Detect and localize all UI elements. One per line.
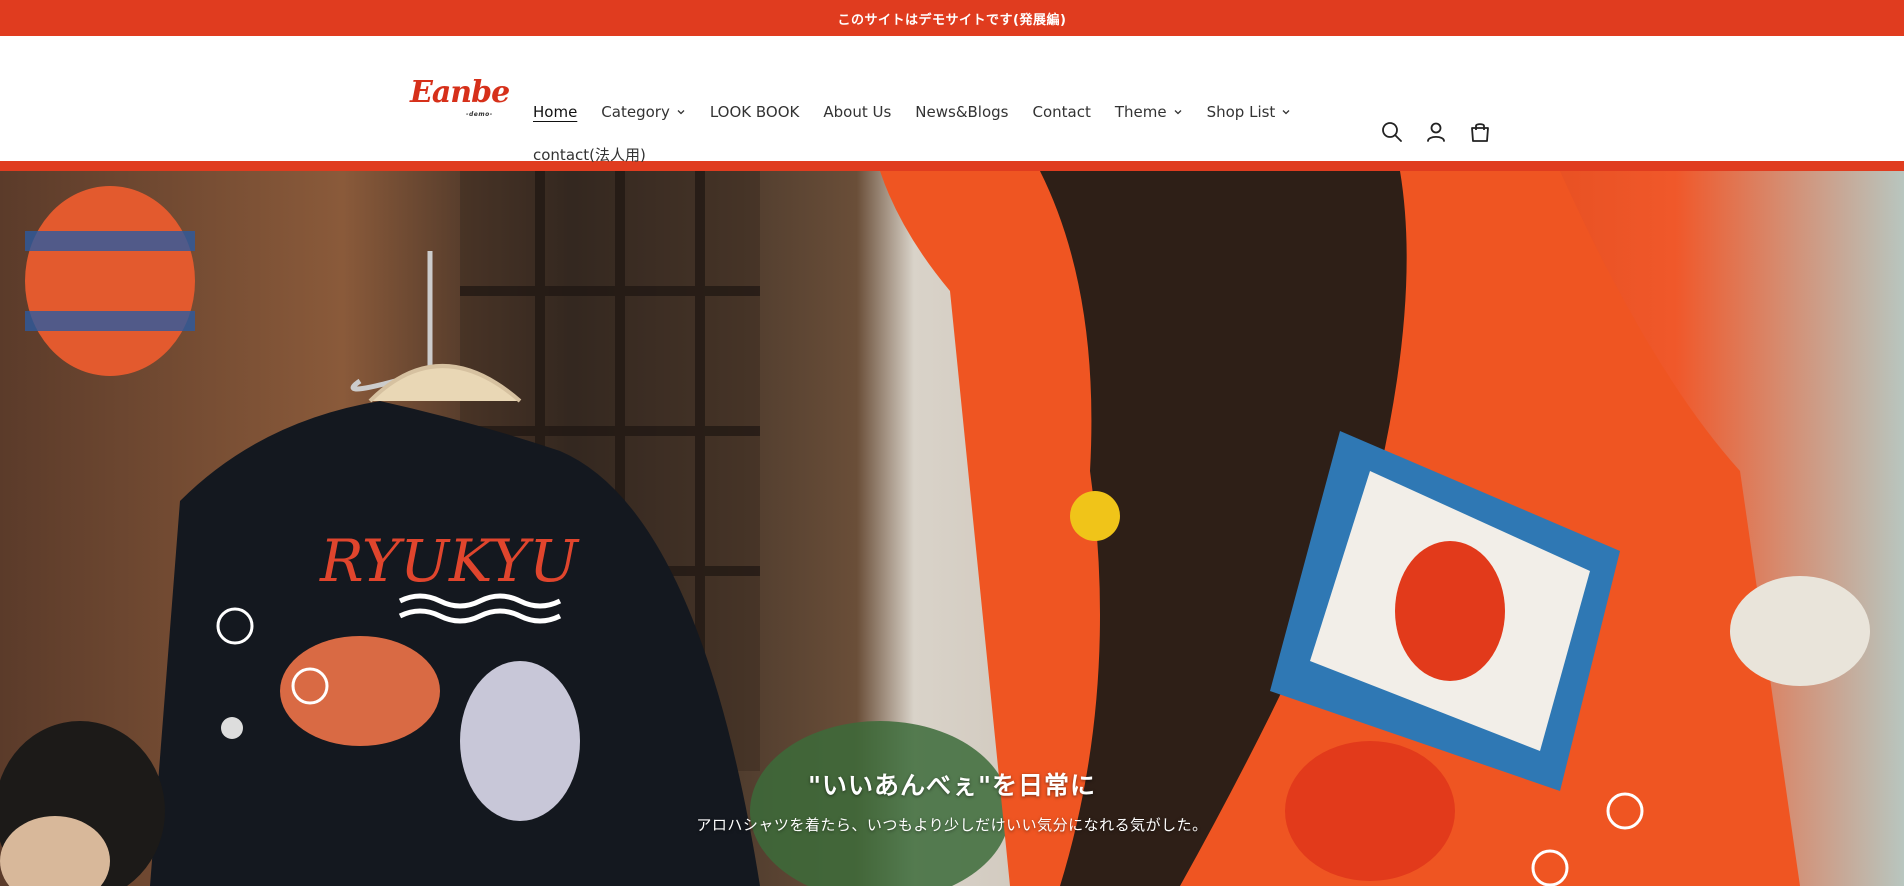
hero-caption: "いいあんべぇ"を日常に アロハシャツを着たら、いつもより少しだけいい気分になれ…: [0, 766, 1904, 835]
nav-item-label: Category: [601, 103, 670, 121]
nav-item-theme[interactable]: Theme: [1103, 103, 1195, 121]
nav-item-shoplist[interactable]: Shop List: [1195, 103, 1304, 121]
nav-item-news[interactable]: News&Blogs: [903, 103, 1020, 121]
hero-title: "いいあんべぇ"を日常に: [807, 771, 1097, 800]
svg-text:RYUKYU: RYUKYU: [319, 527, 580, 595]
site-header: Eanbe -demo- Home Category LOOK BOOK Abo…: [0, 36, 1904, 164]
account-icon[interactable]: [1424, 120, 1448, 144]
announcement-bar: このサイトはデモサイトです(発展編): [0, 0, 1904, 36]
nav-row-2: contact(法人用): [521, 134, 658, 174]
nav-item-contact[interactable]: Contact: [1020, 103, 1102, 121]
search-icon[interactable]: [1380, 120, 1404, 144]
nav-item-contact-corporate[interactable]: contact(法人用): [521, 144, 658, 165]
accent-divider: [0, 161, 1904, 171]
chevron-down-icon: [1282, 110, 1290, 115]
hero-subtitle: アロハシャツを着たら、いつもより少しだけいい気分になれる気がした。: [696, 816, 1208, 834]
nav-item-label: News&Blogs: [915, 103, 1009, 121]
chevron-down-icon: [677, 110, 685, 115]
nav-row-1: Home Category LOOK BOOK About Us News&Bl…: [521, 92, 1293, 132]
chevron-down-icon: [1174, 110, 1182, 115]
hero-banner: RYUKYU "いいあんべぇ"を日常に アロハシャツを着たら、いつもより少しだけ…: [0, 171, 1904, 886]
nav-item-home[interactable]: Home: [521, 103, 589, 121]
nav-item-label: Theme: [1114, 103, 1167, 121]
nav-item-label: About Us: [823, 103, 892, 121]
cart-icon[interactable]: [1468, 120, 1492, 144]
nav-item-label: contact(法人用): [533, 145, 646, 164]
logo-subtext: -demo-: [466, 111, 493, 118]
nav-item-label: Contact: [1032, 103, 1091, 121]
nav-item-label: LOOK BOOK: [709, 103, 800, 121]
nav-item-lookbook[interactable]: LOOK BOOK: [698, 103, 812, 121]
logo-text: Eanbe: [410, 75, 510, 110]
header-icons: [1380, 120, 1492, 144]
nav-item-category[interactable]: Category: [589, 103, 698, 121]
nav-item-about[interactable]: About Us: [811, 103, 903, 121]
logo[interactable]: Eanbe -demo-: [410, 78, 510, 128]
nav-item-label: Home: [533, 103, 578, 121]
announcement-text: このサイトはデモサイトです(発展編): [837, 12, 1067, 28]
nav-item-label: Shop List: [1206, 103, 1276, 121]
main-nav: Home Category LOOK BOOK About Us News&Bl…: [533, 92, 1293, 164]
